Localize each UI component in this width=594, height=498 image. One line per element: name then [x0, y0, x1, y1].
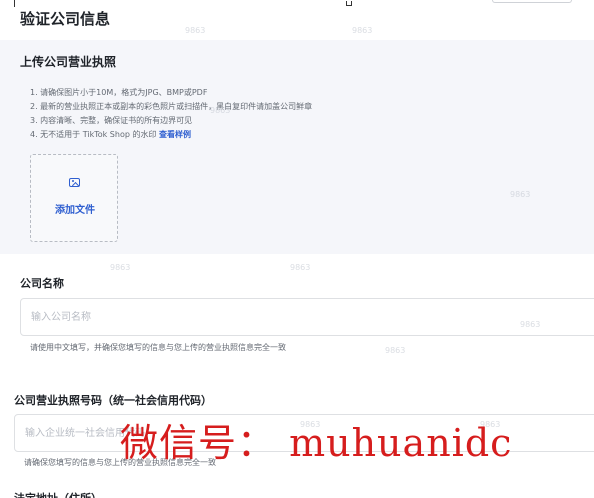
requirement-item: 1. 请确保图片小于10M，格式为JPG、BMP或PDF [30, 88, 208, 97]
watermark: 9863 [352, 26, 373, 35]
requirement-item: 3. 内容清晰、完整，确保证书的所有边界可见 [30, 116, 193, 125]
license-number-hint: 请确保您填写的信息与您上传的营业执照信息完全一致 [24, 458, 216, 467]
watermark: 9863 [385, 346, 406, 355]
legal-address-label: 法定地址（住所） [14, 490, 102, 498]
company-name-hint: 请使用中文填写，并确保您填写的信息与您上传的营业执照信息完全一致 [30, 343, 286, 352]
license-number-label: 公司营业执照号码（统一社会信用代码） [14, 394, 212, 407]
add-file-label: 添加文件 [55, 205, 95, 216]
view-sample-link[interactable]: 查看样例 [159, 130, 191, 139]
edge-mark-middle [346, 1, 352, 6]
watermark: 9863 [110, 263, 131, 272]
business-license-upload-section: 上传公司营业执照 1. 请确保图片小于10M，格式为JPG、BMP或PDF 2.… [0, 40, 594, 254]
page-title: 验证公司信息 [20, 10, 111, 28]
watermark: 9863 [290, 263, 311, 272]
top-edge-marks [0, 0, 594, 8]
company-name-input[interactable] [20, 298, 594, 336]
add-file-button[interactable]: 添加文件 [30, 154, 118, 242]
license-number-input[interactable] [14, 414, 594, 452]
watermark: 9863 [185, 26, 206, 35]
requirement-item-with-link: 4. 无不适用于 TikTok Shop 的水印 查看样例 [30, 128, 312, 142]
requirement-item: 2. 最新的营业执照正本或副本的彩色照片或扫描件，黑白复印件请加盖公司鲜章 [30, 102, 313, 111]
upload-section-title: 上传公司营业执照 [20, 55, 117, 69]
company-name-label: 公司名称 [20, 277, 64, 290]
edge-mark-right [492, 0, 572, 3]
upload-requirements-list: 1. 请确保图片小于10M，格式为JPG、BMP或PDF 2. 最新的营业执照正… [30, 86, 312, 142]
edge-mark-left [14, 0, 15, 7]
image-icon [69, 178, 80, 187]
requirement-text: 4. 无不适用于 TikTok Shop 的水印 [30, 130, 157, 139]
